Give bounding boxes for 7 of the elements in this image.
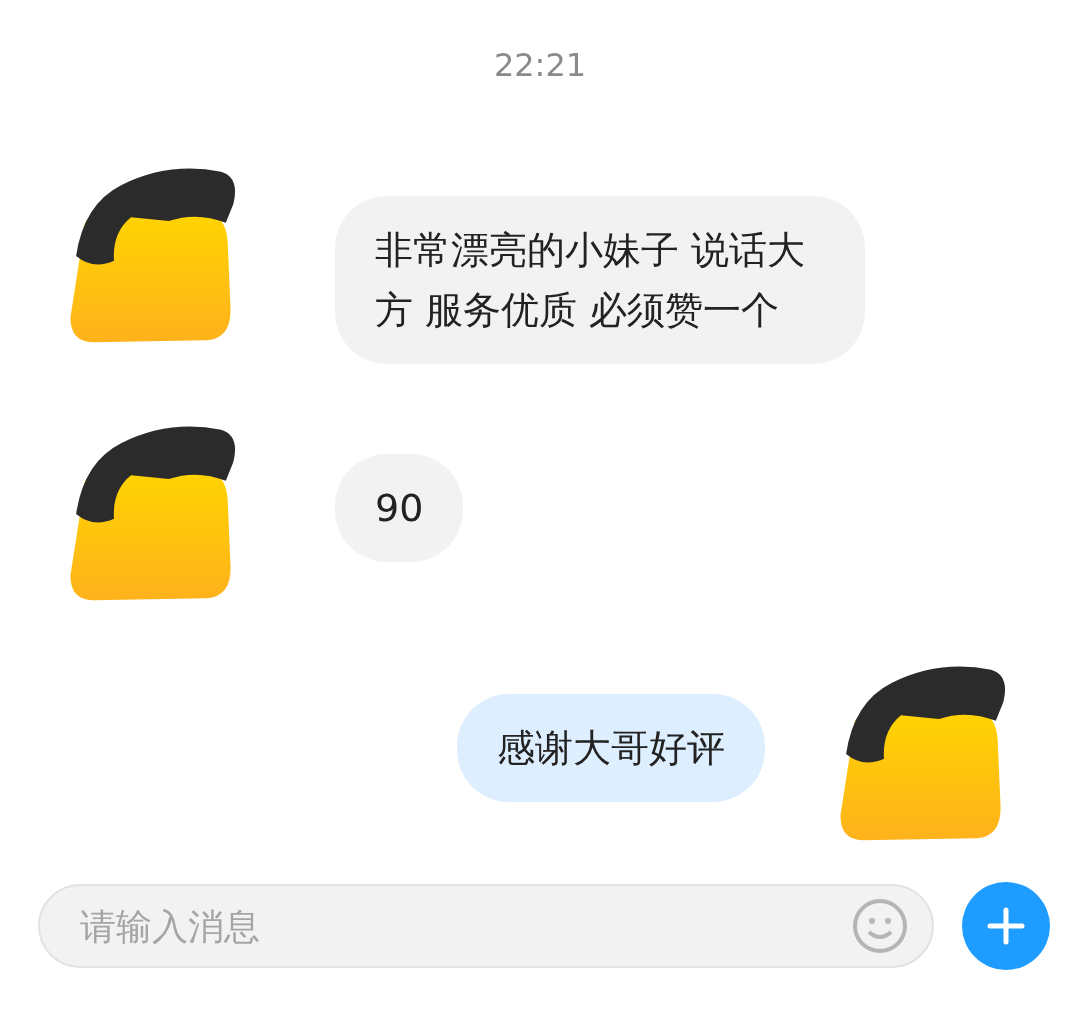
emoji-icon[interactable] — [852, 898, 908, 954]
message-bubble: 非常漂亮的小妹子 说话大方 服务优质 必须赞一个 — [335, 196, 865, 364]
timestamp: 22:21 — [492, 45, 588, 86]
message-bubble: 感谢大哥好评 — [457, 694, 765, 802]
plus-icon — [986, 906, 1026, 946]
message-input[interactable]: 请输入消息 — [38, 884, 934, 968]
message-bubble: 90 — [335, 454, 464, 562]
